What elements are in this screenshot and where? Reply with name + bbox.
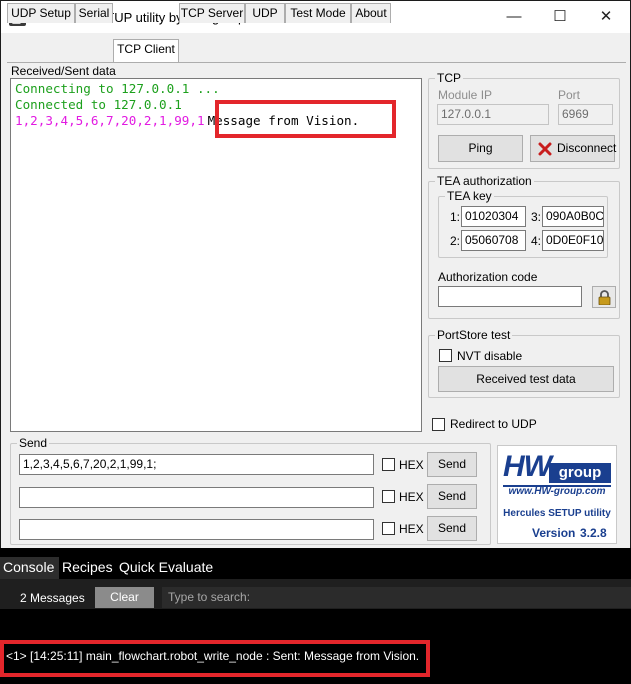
tab-test-mode[interactable]: Test Mode xyxy=(285,3,351,23)
hw-version-label: Version xyxy=(532,526,576,540)
console-search-input[interactable]: Type to search: xyxy=(162,587,631,608)
received-data-values: 1,2,3,4,5,6,7,20,2,1,99,1 xyxy=(15,113,205,128)
minimize-button[interactable]: — xyxy=(491,1,537,33)
tab-serial[interactable]: Serial xyxy=(75,3,113,23)
tab-tcp-server[interactable]: TCP Server xyxy=(179,3,245,23)
hw-brand-mark: HW group xyxy=(503,450,611,487)
authorization-lock-button[interactable] xyxy=(592,286,616,308)
send-button-1[interactable]: Send xyxy=(427,452,477,477)
module-ip-label: Module IP xyxy=(438,88,493,102)
hw-product-name: Hercules SETUP utility xyxy=(503,508,611,519)
tab-strip-baseline xyxy=(7,62,626,63)
module-ip-field[interactable]: 127.0.0.1 xyxy=(437,104,549,125)
hex-label-2: HEX xyxy=(399,490,424,504)
hercules-window: Hercules SETUP utility by HW-group.com —… xyxy=(0,0,631,548)
tea-key-2-field[interactable]: 05060708 xyxy=(461,230,526,251)
close-button[interactable]: ✕ xyxy=(583,1,629,33)
tea-key-3-index: 3: xyxy=(531,210,542,224)
tea-key-4-index: 4: xyxy=(531,234,542,248)
log-connecting: Connecting to 127.0.0.1 ... xyxy=(15,81,220,96)
console-panel: Console Recipes Quick Evaluate 2 Message… xyxy=(0,548,631,684)
message-highlight-box xyxy=(215,100,396,138)
hw-version-number: 3.2.8 xyxy=(580,526,607,540)
received-sent-label: Received/Sent data xyxy=(11,64,116,78)
ping-button[interactable]: Ping xyxy=(438,135,523,162)
tab-udp[interactable]: UDP xyxy=(245,3,285,23)
redirect-to-udp-checkbox[interactable] xyxy=(432,418,445,431)
disconnect-x-icon xyxy=(538,142,552,156)
hex-checkbox-1[interactable] xyxy=(382,458,395,471)
tea-group-title: TEA authorization xyxy=(435,174,534,188)
hw-brand-text: HW xyxy=(503,450,552,483)
hw-group-logo[interactable]: HW group www.HW-group.com Hercules SETUP… xyxy=(497,445,617,544)
received-test-data-button[interactable]: Received test data xyxy=(438,366,614,392)
clear-button[interactable]: Clear xyxy=(95,587,154,608)
send-button-3[interactable]: Send xyxy=(427,516,477,541)
tab-tcp-client[interactable]: TCP Client xyxy=(113,39,179,62)
lock-icon xyxy=(598,290,611,305)
hex-label-3: HEX xyxy=(399,522,424,536)
portstore-group-title: PortStore test xyxy=(435,328,513,342)
hex-label-1: HEX xyxy=(399,458,424,472)
port-label: Port xyxy=(558,88,581,102)
tea-key-2-index: 2: xyxy=(450,234,461,248)
tab-quick-evaluate[interactable]: Quick Evaluate xyxy=(116,557,220,580)
tea-key-1-field[interactable]: 01020304 xyxy=(461,206,526,227)
send-field-2[interactable] xyxy=(19,487,374,508)
tab-udp-setup[interactable]: UDP Setup xyxy=(7,3,75,23)
console-tab-strip: Console Recipes Quick Evaluate xyxy=(0,557,631,580)
disconnect-label: Disconnect xyxy=(557,141,617,155)
hex-checkbox-2[interactable] xyxy=(382,490,395,503)
redirect-to-udp-label: Redirect to UDP xyxy=(450,417,537,431)
authorization-code-label: Authorization code xyxy=(438,270,538,284)
tea-key-title: TEA key xyxy=(445,189,494,203)
hex-checkbox-3[interactable] xyxy=(382,522,395,535)
send-field-3[interactable] xyxy=(19,519,374,540)
tab-recipes[interactable]: Recipes xyxy=(59,557,117,580)
nvt-disable-checkbox[interactable] xyxy=(439,349,452,362)
send-button-2[interactable]: Send xyxy=(427,484,477,509)
disconnect-button[interactable]: Disconnect xyxy=(530,135,617,162)
tea-key-1-index: 1: xyxy=(450,210,461,224)
hw-url: www.HW-group.com xyxy=(508,486,606,497)
tea-key-3-field[interactable]: 090A0B0C xyxy=(542,206,604,227)
send-field-1[interactable]: 1,2,3,4,5,6,7,20,2,1,99,1; xyxy=(19,454,374,475)
tea-key-4-field[interactable]: 0D0E0F10 xyxy=(542,230,604,251)
send-group-title: Send xyxy=(17,436,50,450)
console-log-entry[interactable]: <1> [14:25:11] main_flowchart.robot_writ… xyxy=(0,640,430,677)
tab-about[interactable]: About xyxy=(351,3,391,23)
nvt-disable-label: NVT disable xyxy=(457,349,523,363)
port-field[interactable]: 6969 xyxy=(558,104,613,125)
maximize-button[interactable]: ☐ xyxy=(537,1,583,33)
tcp-group-title: TCP xyxy=(435,71,463,85)
tab-console[interactable]: Console xyxy=(0,557,59,580)
hw-brand-sub: group xyxy=(549,463,611,483)
message-count: 2 Messages xyxy=(20,591,85,605)
authorization-code-field[interactable] xyxy=(438,286,582,307)
